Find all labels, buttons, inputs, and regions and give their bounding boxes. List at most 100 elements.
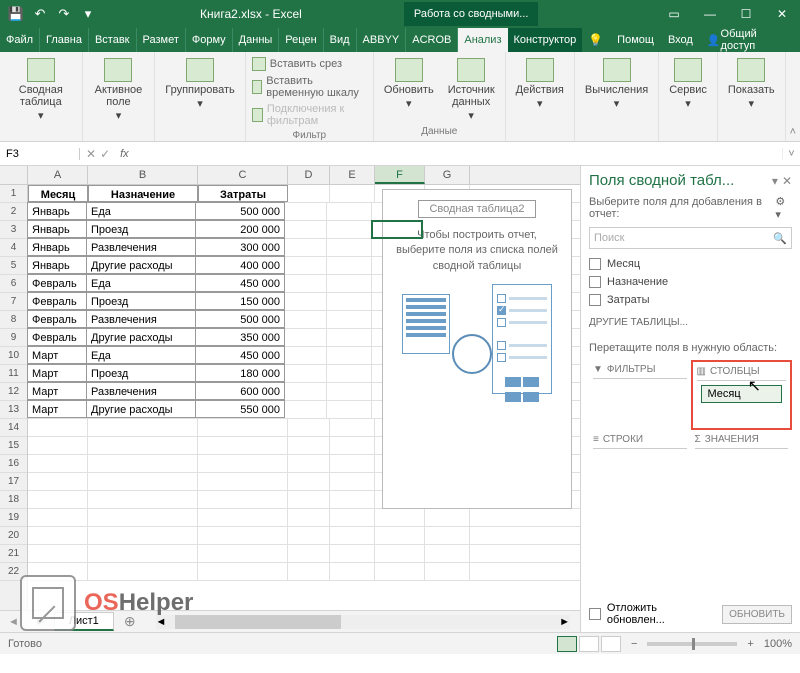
tab-insert[interactable]: Вставк xyxy=(88,28,136,52)
row-header[interactable]: 12 xyxy=(0,383,27,401)
cell[interactable] xyxy=(198,473,288,490)
checkbox-icon[interactable] xyxy=(589,258,601,270)
area-values[interactable]: ΣЗНАЧЕНИЯ xyxy=(691,430,793,496)
cell[interactable] xyxy=(330,491,375,508)
tab-abbyy[interactable]: ABBYY xyxy=(356,28,406,52)
cell[interactable] xyxy=(285,275,327,292)
cell[interactable]: Февраль xyxy=(27,328,87,346)
sheet-nav-next-icon[interactable]: ► xyxy=(27,616,54,628)
row-header[interactable]: 8 xyxy=(0,311,27,329)
cell[interactable] xyxy=(330,545,375,562)
zoom-in-icon[interactable]: + xyxy=(747,638,753,650)
zoom-slider[interactable] xyxy=(647,642,737,646)
cell[interactable] xyxy=(425,545,470,562)
tab-acrobat[interactable]: ACROB xyxy=(405,28,457,52)
redo-icon[interactable]: ↷ xyxy=(54,4,74,24)
cell[interactable]: 150 000 xyxy=(195,292,285,310)
cell[interactable] xyxy=(288,473,330,490)
cell[interactable] xyxy=(330,473,375,490)
name-box[interactable]: F3 xyxy=(0,148,80,160)
row-header[interactable]: 18 xyxy=(0,491,27,509)
row-header[interactable]: 17 xyxy=(0,473,27,491)
cell[interactable]: Февраль xyxy=(27,274,87,292)
row-header[interactable]: 4 xyxy=(0,239,27,257)
cell[interactable] xyxy=(288,563,330,580)
cell[interactable]: 500 000 xyxy=(195,202,285,220)
cell[interactable]: 600 000 xyxy=(195,382,285,400)
tab-review[interactable]: Рецен xyxy=(278,28,322,52)
cell[interactable] xyxy=(288,185,330,202)
cell[interactable] xyxy=(285,311,327,328)
cell[interactable] xyxy=(327,221,372,238)
tab-view[interactable]: Вид xyxy=(323,28,356,52)
cell[interactable] xyxy=(285,401,327,418)
expand-formula-icon[interactable]: ˅ xyxy=(782,148,800,160)
area-rows[interactable]: ≡СТРОКИ xyxy=(589,430,691,496)
row-header[interactable]: 6 xyxy=(0,275,27,293)
collapse-ribbon-icon[interactable]: ˄ xyxy=(786,52,800,141)
sheet-nav-prev-icon[interactable]: ◄ xyxy=(0,616,27,628)
cell[interactable] xyxy=(28,545,88,562)
row-header[interactable]: 15 xyxy=(0,437,27,455)
cell[interactable] xyxy=(88,437,198,454)
cell[interactable]: Январь xyxy=(27,256,87,274)
cell[interactable] xyxy=(425,527,470,544)
cell[interactable]: Другие расходы xyxy=(86,328,196,346)
cell[interactable] xyxy=(327,239,372,256)
cell[interactable] xyxy=(330,563,375,580)
row-header[interactable]: 19 xyxy=(0,509,27,527)
cell[interactable]: Февраль xyxy=(27,310,87,328)
add-sheet-icon[interactable]: ⊕ xyxy=(114,613,146,630)
datasource-button[interactable]: Источник данных▾ xyxy=(444,56,499,124)
cell[interactable] xyxy=(198,455,288,472)
row-header[interactable]: 22 xyxy=(0,563,27,581)
cell[interactable] xyxy=(285,257,327,274)
field-list-move-icon[interactable]: ▾ xyxy=(772,174,778,188)
field-list-tools-icon[interactable]: ⚙ ▾ xyxy=(775,195,792,221)
zoom-out-icon[interactable]: − xyxy=(631,638,637,650)
cell[interactable] xyxy=(198,527,288,544)
defer-checkbox[interactable] xyxy=(589,608,601,620)
tab-layout[interactable]: Размет xyxy=(136,28,185,52)
cell[interactable] xyxy=(88,545,198,562)
cell[interactable]: 450 000 xyxy=(195,346,285,364)
cell[interactable]: Другие расходы xyxy=(86,400,196,418)
cell[interactable] xyxy=(288,419,330,436)
cell[interactable] xyxy=(288,491,330,508)
cell[interactable] xyxy=(88,509,198,526)
cell[interactable] xyxy=(285,239,327,256)
cell[interactable] xyxy=(327,347,372,364)
area-filters[interactable]: ▼ФИЛЬТРЫ xyxy=(589,360,691,430)
cell[interactable] xyxy=(330,509,375,526)
cell[interactable] xyxy=(28,437,88,454)
area-columns[interactable]: ▥СТОЛБЦЫ Месяц ↖ xyxy=(691,360,793,430)
horizontal-scrollbar[interactable]: ◄► xyxy=(156,615,570,629)
cell[interactable]: Январь xyxy=(27,220,87,238)
cell[interactable] xyxy=(285,221,327,238)
undo-icon[interactable]: ↶ xyxy=(30,4,50,24)
cell[interactable] xyxy=(327,383,372,400)
view-break-icon[interactable] xyxy=(601,636,621,652)
cell[interactable] xyxy=(330,455,375,472)
cell[interactable]: Развлечения xyxy=(86,310,196,328)
cell[interactable] xyxy=(330,527,375,544)
col-header-E[interactable]: E xyxy=(330,166,375,184)
service-button[interactable]: Сервис▾ xyxy=(665,56,711,112)
cell[interactable] xyxy=(285,293,327,310)
cell[interactable] xyxy=(28,455,88,472)
tab-analyze[interactable]: Анализ xyxy=(457,28,507,52)
cell[interactable] xyxy=(375,563,425,580)
row-header[interactable]: 7 xyxy=(0,293,27,311)
cell[interactable]: Месяц xyxy=(28,185,88,202)
cells-area[interactable]: МесяцНазначениеЗатратыЯнварьЕда500 000Ян… xyxy=(28,185,580,610)
cell[interactable]: Еда xyxy=(86,274,196,292)
show-button[interactable]: Показать▾ xyxy=(724,56,779,112)
cell[interactable] xyxy=(285,365,327,382)
cell[interactable] xyxy=(327,329,372,346)
cell[interactable]: Проезд xyxy=(86,364,196,382)
save-icon[interactable]: 💾 xyxy=(6,4,26,24)
cell[interactable] xyxy=(330,419,375,436)
cell[interactable] xyxy=(285,383,327,400)
cell[interactable]: Затраты xyxy=(198,185,288,202)
refresh-button[interactable]: Обновить▾ xyxy=(380,56,438,124)
